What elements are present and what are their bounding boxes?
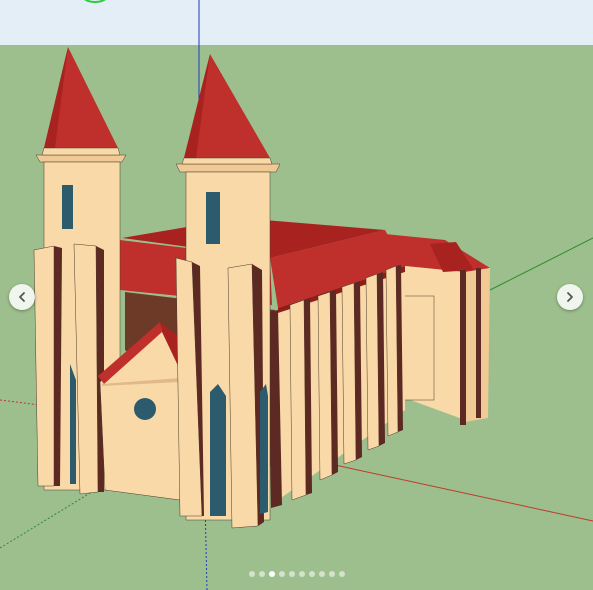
carousel-next-button[interactable]	[557, 284, 583, 310]
carousel-dot[interactable]	[338, 571, 345, 577]
carousel-dot[interactable]	[328, 571, 335, 577]
carousel-prev-button[interactable]	[9, 284, 35, 310]
sky	[0, 0, 593, 45]
sketchup-model-scene	[0, 0, 593, 590]
carousel-page-indicator	[0, 571, 593, 577]
carousel-dot[interactable]	[248, 571, 255, 577]
carousel-dot[interactable]	[318, 571, 325, 577]
chevron-left-icon	[19, 292, 25, 302]
chevron-right-icon	[567, 292, 573, 302]
model-viewport[interactable]	[0, 0, 593, 590]
carousel-dot[interactable]	[308, 571, 315, 577]
carousel-dot[interactable]	[298, 571, 305, 577]
carousel-dot[interactable]	[278, 571, 285, 577]
carousel-dot[interactable]	[288, 571, 295, 577]
carousel-dot[interactable]	[268, 571, 275, 577]
carousel-dot[interactable]	[258, 571, 265, 577]
